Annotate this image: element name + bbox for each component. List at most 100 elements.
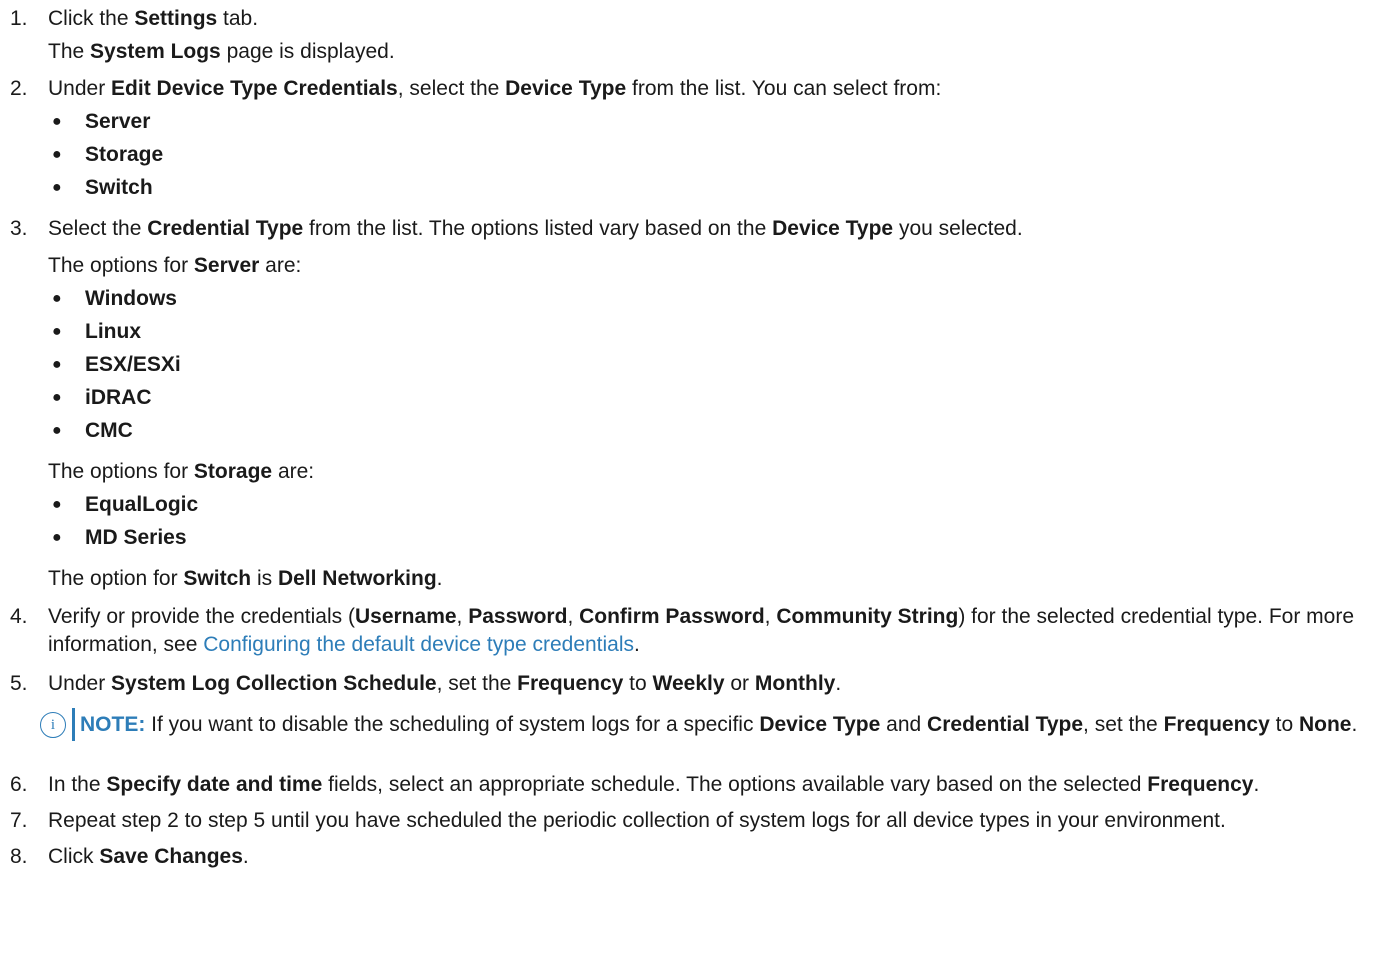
text: The option for	[48, 567, 184, 590]
text: If you want to disable the scheduling of…	[145, 713, 760, 736]
text: , set the	[436, 672, 518, 695]
ui-term: System Log Collection Schedule	[111, 672, 437, 695]
step-number: 1.	[10, 7, 28, 30]
ui-term: Switch	[183, 567, 252, 590]
text: ,	[567, 605, 580, 628]
text: or	[724, 672, 755, 695]
step-1: 1. Click the Settings tab. The System Lo…	[10, 2, 1376, 68]
ui-term: Password	[468, 605, 568, 628]
list-item: Switch	[48, 171, 1376, 204]
server-options-intro: The options for Server are:	[48, 249, 1376, 282]
list-item: MD Series	[48, 521, 1376, 554]
server-options-list: Windows Linux ESX/ESXi iDRAC CMC	[48, 282, 1376, 447]
text: .	[436, 567, 443, 590]
ui-term: Frequency	[1163, 713, 1270, 736]
procedure-document: 1. Click the Settings tab. The System Lo…	[0, 0, 1386, 871]
step-3: 3. Select the Credential Type from the l…	[10, 212, 1376, 595]
text: are:	[259, 254, 302, 277]
note-label: NOTE:	[80, 713, 146, 736]
text: Under	[48, 77, 112, 100]
list-item: Windows	[48, 282, 1376, 315]
text: you selected.	[893, 217, 1023, 240]
switch-option-line: The option for Switch is Dell Networking…	[48, 562, 1376, 595]
list-item: Server	[48, 105, 1376, 138]
step-number: 5.	[10, 672, 28, 695]
text: to	[623, 672, 653, 695]
ui-term: Credential Type	[927, 713, 1084, 736]
step-7: 7. Repeat step 2 to step 5 until you hav…	[10, 807, 1376, 835]
ui-term: Frequency	[517, 672, 624, 695]
text: Verify or provide the credentials (	[48, 605, 355, 628]
text: Click	[48, 845, 100, 868]
ui-term: Specify date and time	[106, 773, 323, 796]
text: .	[634, 633, 640, 656]
step-number: 3.	[10, 217, 28, 240]
step-5: 5. Under System Log Collection Schedule,…	[10, 667, 1376, 741]
ui-term: Frequency	[1147, 773, 1254, 796]
text: The options for	[48, 254, 194, 277]
ui-term: Storage	[193, 460, 273, 483]
text: , set the	[1083, 713, 1164, 736]
step-number: 8.	[10, 845, 28, 868]
text: .	[1351, 713, 1358, 736]
step-text: In the Specify date and time fields, sel…	[48, 771, 1376, 799]
text: Click the	[48, 7, 135, 30]
text: The	[48, 40, 91, 63]
step-6: 6. In the Specify date and time fields, …	[10, 771, 1376, 799]
text: page is displayed.	[220, 40, 395, 63]
text: Select the	[48, 217, 148, 240]
step-text: Under Edit Device Type Credentials, sele…	[48, 72, 1376, 105]
text: ,	[456, 605, 469, 628]
step-result: The System Logs page is displayed.	[48, 35, 1376, 68]
list-item: Storage	[48, 138, 1376, 171]
ui-term: Server	[193, 254, 260, 277]
text: , select the	[397, 77, 506, 100]
ui-term: Save Changes	[99, 845, 243, 868]
text: from the list. You can select from:	[626, 77, 942, 100]
ui-term: Monthly	[754, 672, 836, 695]
list-item: Linux	[48, 315, 1376, 348]
text: ,	[764, 605, 777, 628]
text: are:	[272, 460, 315, 483]
text: is	[251, 567, 278, 590]
note-body: NOTE: If you want to disable the schedul…	[72, 708, 1376, 741]
text: from the list. The options listed vary b…	[303, 217, 773, 240]
ui-term: Username	[354, 605, 457, 628]
device-type-list: Server Storage Switch	[48, 105, 1376, 204]
text: The options for	[48, 460, 194, 483]
ui-term: Confirm Password	[579, 605, 765, 628]
step-number: 4.	[10, 605, 28, 628]
step-text: Select the Credential Type from the list…	[48, 212, 1376, 245]
step-number: 6.	[10, 773, 28, 796]
ui-term: Device Type	[759, 713, 881, 736]
configuring-credentials-link[interactable]: Configuring the default device type cred…	[203, 633, 634, 656]
step-text: Verify or provide the credentials (Usern…	[48, 603, 1376, 659]
text: to	[1269, 713, 1299, 736]
step-8: 8. Click Save Changes.	[10, 843, 1376, 871]
list-item: EqualLogic	[48, 488, 1376, 521]
step-number: 7.	[10, 809, 28, 832]
ui-term: Device Type	[505, 77, 627, 100]
list-item: iDRAC	[48, 381, 1376, 414]
ui-term: Edit Device Type Credentials	[111, 77, 398, 100]
ui-term: Device Type	[772, 217, 894, 240]
ui-term: Weekly	[652, 672, 725, 695]
text: .	[1253, 773, 1260, 796]
list-item: CMC	[48, 414, 1376, 447]
text: Under	[48, 672, 112, 695]
text: and	[880, 713, 928, 736]
text: .	[242, 845, 249, 868]
text: In the	[48, 773, 107, 796]
ui-term: Settings	[134, 7, 218, 30]
info-circle-icon: i	[40, 712, 66, 738]
ui-term: System Logs	[90, 40, 221, 63]
ui-term: Community String	[776, 605, 959, 628]
list-item: ESX/ESXi	[48, 348, 1376, 381]
step-text: Click the Settings tab.	[48, 2, 1376, 35]
ui-term: None	[1298, 713, 1352, 736]
step-2: 2. Under Edit Device Type Credentials, s…	[10, 72, 1376, 204]
storage-options-list: EqualLogic MD Series	[48, 488, 1376, 554]
storage-options-intro: The options for Storage are:	[48, 455, 1376, 488]
ui-term: Credential Type	[147, 217, 304, 240]
step-text: Click Save Changes.	[48, 843, 1376, 871]
